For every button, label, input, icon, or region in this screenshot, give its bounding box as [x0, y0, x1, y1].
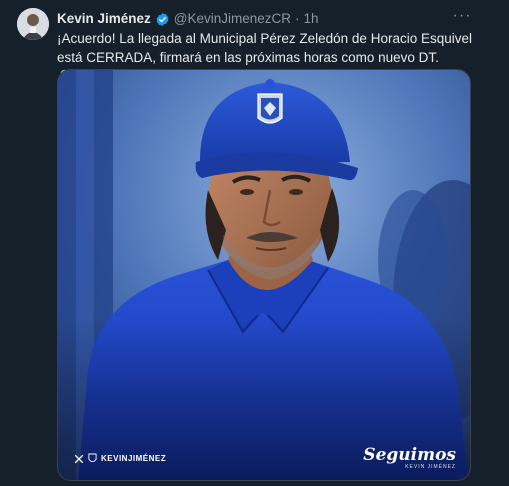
author-name[interactable]: Kevin Jiménez	[57, 10, 151, 28]
tweet-body: ¡Acuerdo! La llegada al Municipal Pérez …	[57, 31, 472, 65]
watermark-brand: Seguimos	[363, 445, 456, 465]
more-options-icon[interactable]: ···	[451, 8, 473, 27]
author-handle[interactable]: @KevinJimenezCR	[174, 10, 291, 28]
watermark-left: KEVINJIMÉNEZ	[74, 453, 166, 464]
tweet-timestamp[interactable]: 1h	[304, 10, 319, 28]
photo-coach	[58, 70, 470, 480]
watermark-right: Seguimos KEVIN JIMÉNEZ	[363, 446, 456, 470]
tweet-header: Kevin Jiménez @KevinJimenezCR · 1h	[57, 10, 319, 28]
watermark-sub: KEVIN JIMÉNEZ	[405, 464, 456, 470]
separator-dot: ·	[295, 11, 300, 26]
tweet[interactable]: Kevin Jiménez @KevinJimenezCR · 1h ··· ¡…	[0, 0, 509, 486]
watermark-left-text: KEVINJIMÉNEZ	[101, 454, 167, 463]
author-avatar[interactable]	[17, 8, 49, 40]
verified-badge-icon	[155, 12, 170, 27]
tweet-media-image[interactable]: KEVINJIMÉNEZ Seguimos KEVIN JIMÉNEZ	[57, 69, 471, 481]
shield-logo-icon	[88, 453, 97, 463]
x-logo-icon	[74, 454, 84, 463]
